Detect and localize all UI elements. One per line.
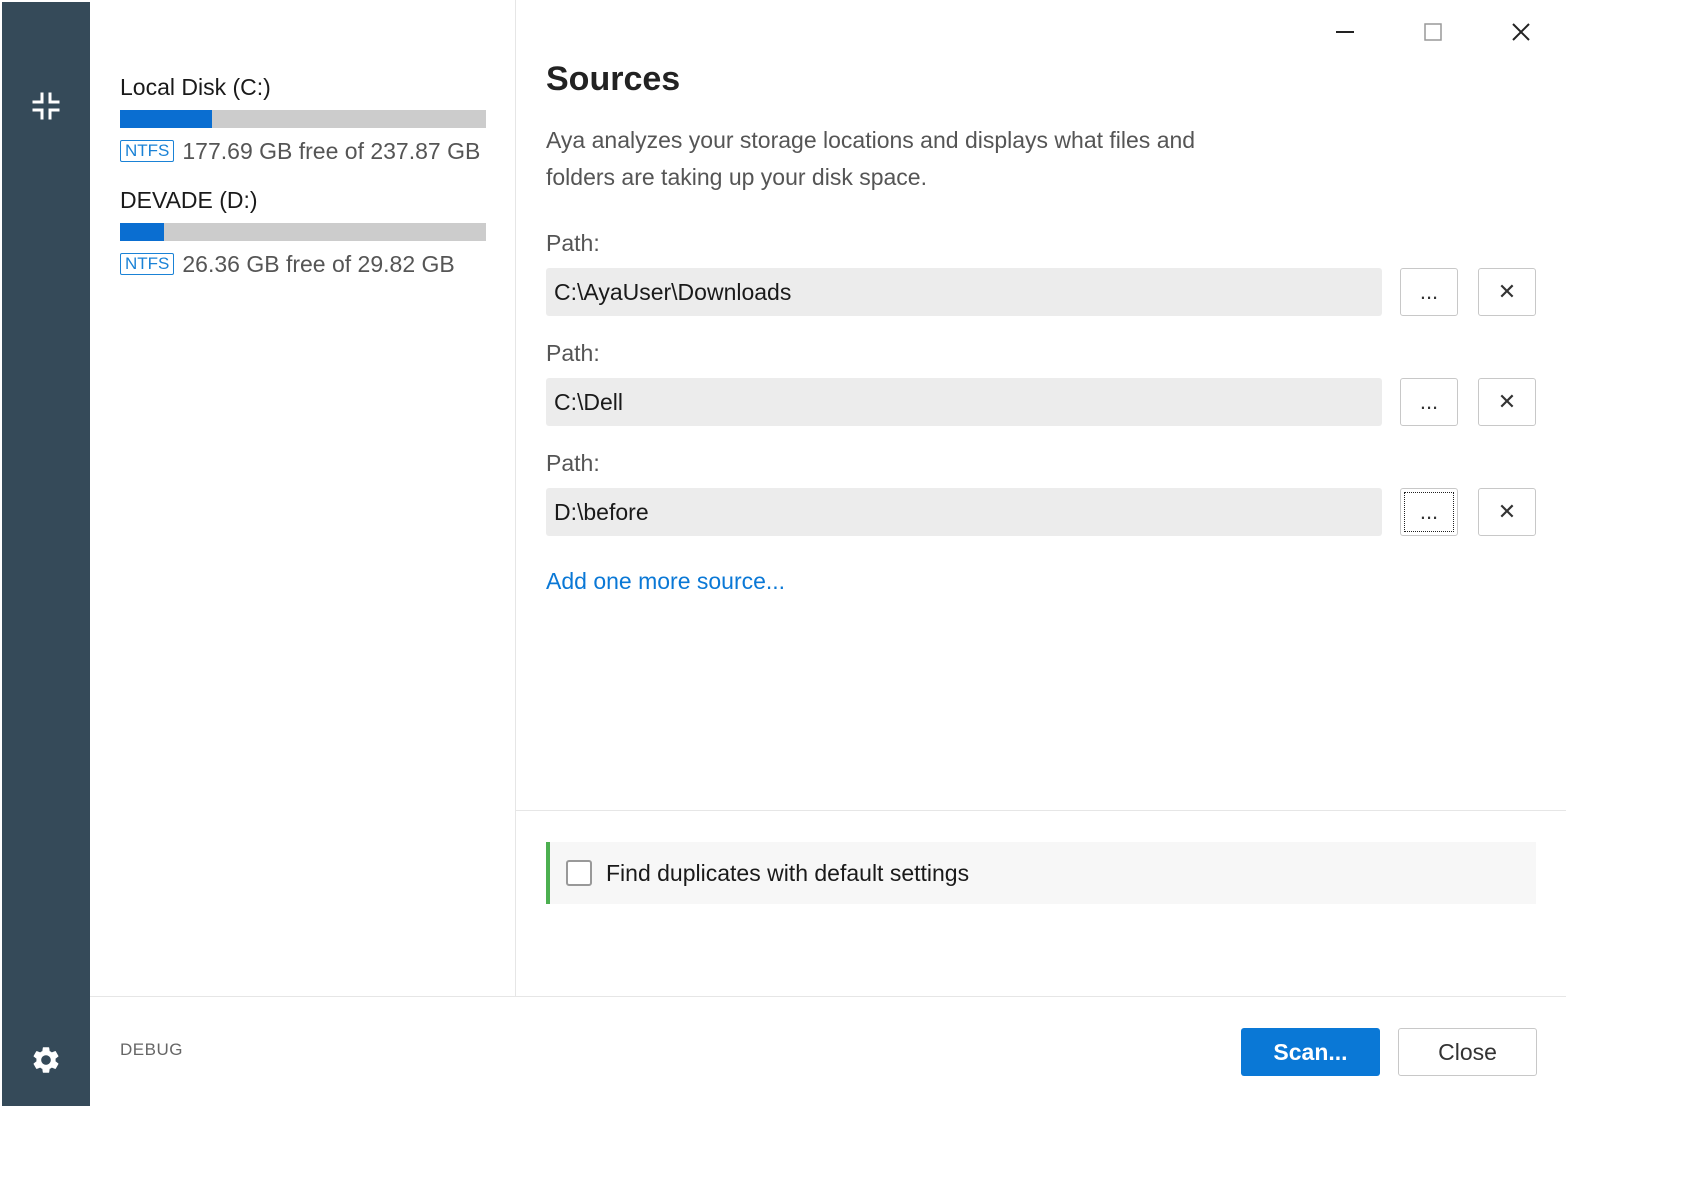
app-window: Local Disk (C:) NTFS 177.69 GB free of 2…: [0, 0, 1700, 1200]
path-input[interactable]: [546, 268, 1382, 316]
gear-icon[interactable]: [26, 1040, 66, 1080]
path-input[interactable]: [546, 378, 1382, 426]
browse-button-label: ...: [1419, 389, 1439, 414]
drive-name: DEVADE (D:): [120, 187, 258, 213]
drive-name: Local Disk (C:): [120, 74, 271, 100]
browse-button-label: ...: [1419, 279, 1439, 304]
filesystem-badge: NTFS: [120, 140, 175, 162]
remove-source-button[interactable]: ✕: [1478, 268, 1536, 316]
drive-usage-fill: [120, 223, 164, 241]
footer-divider: [90, 996, 1566, 997]
drive-usage-bar: [120, 223, 486, 241]
side-rail: [2, 2, 90, 1106]
page-title: Sources: [546, 60, 681, 98]
page-description: Aya analyzes your storage locations and …: [546, 127, 1196, 190]
duplicates-option-label: Find duplicates with default settings: [606, 859, 970, 886]
minimize-icon[interactable]: [1323, 10, 1367, 54]
collapse-arrows-icon[interactable]: [26, 86, 66, 126]
close-icon[interactable]: [1499, 10, 1543, 54]
drive-item[interactable]: DEVADE (D:) NTFS 26.36 GB free of 29.82 …: [120, 185, 486, 277]
debug-label[interactable]: DEBUG: [120, 1040, 183, 1060]
scan-button-label: Scan...: [1273, 1038, 1348, 1065]
remove-icon: ✕: [1497, 499, 1517, 524]
filesystem-badge: NTFS: [120, 253, 175, 275]
path-label: Path:: [546, 450, 600, 476]
close-button-label: Close: [1438, 1038, 1497, 1065]
path-input[interactable]: [546, 488, 1382, 536]
duplicates-checkbox[interactable]: [566, 860, 592, 886]
scan-button[interactable]: Scan...: [1241, 1028, 1380, 1076]
remove-icon: ✕: [1497, 279, 1517, 304]
close-button[interactable]: Close: [1398, 1028, 1537, 1076]
drive-free-space: 177.69 GB free of 237.87 GB: [182, 137, 481, 164]
maximize-icon[interactable]: [1411, 10, 1455, 54]
section-divider: [516, 810, 1566, 811]
drive-usage-bar: [120, 110, 486, 128]
drive-usage-fill: [120, 110, 212, 128]
duplicates-option[interactable]: Find duplicates with default settings: [546, 842, 1536, 904]
path-label: Path:: [546, 230, 600, 256]
browse-button[interactable]: ...: [1400, 268, 1458, 316]
sources-panel: Sources Aya analyzes your storage locati…: [516, 0, 1566, 996]
browse-button[interactable]: ...: [1400, 488, 1458, 536]
remove-icon: ✕: [1497, 389, 1517, 414]
browse-button[interactable]: ...: [1400, 378, 1458, 426]
focus-ring: [1404, 492, 1454, 532]
drive-item[interactable]: Local Disk (C:) NTFS 177.69 GB free of 2…: [120, 72, 486, 164]
remove-source-button[interactable]: ✕: [1478, 378, 1536, 426]
drives-panel: Local Disk (C:) NTFS 177.69 GB free of 2…: [90, 0, 515, 996]
drive-free-space: 26.36 GB free of 29.82 GB: [182, 250, 455, 277]
remove-source-button[interactable]: ✕: [1478, 488, 1536, 536]
add-source-link[interactable]: Add one more source...: [546, 568, 785, 595]
path-label: Path:: [546, 340, 600, 366]
